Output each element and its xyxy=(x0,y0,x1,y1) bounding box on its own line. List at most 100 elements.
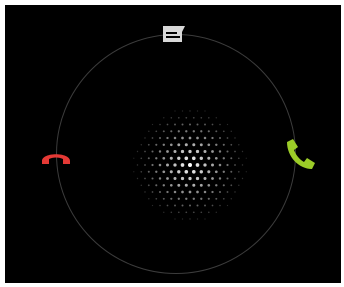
decline-call-target[interactable] xyxy=(37,142,75,170)
handle-dot xyxy=(195,176,200,181)
handle-dot xyxy=(151,150,154,153)
handle-dot xyxy=(180,176,185,181)
handle-dot xyxy=(185,211,188,214)
handle-dot xyxy=(215,211,217,213)
handle-dot xyxy=(200,197,203,200)
handle-dot xyxy=(180,149,185,154)
reply-with-message-target[interactable] xyxy=(159,22,189,46)
handle-dot xyxy=(241,164,244,166)
handle-dot xyxy=(211,204,214,207)
handle-dot xyxy=(192,116,195,119)
handle-dot xyxy=(195,149,200,154)
handle-dot xyxy=(211,177,214,180)
handle-dot xyxy=(151,191,154,193)
handle-dot xyxy=(136,164,139,166)
handle-dot xyxy=(230,157,233,160)
handle-dot xyxy=(140,144,143,146)
handle-dot xyxy=(151,177,154,180)
handle-dot xyxy=(158,150,162,153)
handle-dot xyxy=(166,204,169,207)
handle-dot xyxy=(170,197,173,200)
handle-dot xyxy=(226,150,229,153)
handle-dot xyxy=(158,190,162,194)
handle-dot xyxy=(184,143,188,147)
handle-dot xyxy=(215,184,218,187)
handle-dot xyxy=(226,191,229,193)
handle-dot xyxy=(184,156,189,161)
handle-dot xyxy=(219,123,221,126)
handle-dot xyxy=(158,177,162,180)
handle-dot xyxy=(188,149,192,154)
handle-dot xyxy=(191,156,196,161)
handle-dot xyxy=(200,130,203,133)
handle-dot xyxy=(222,143,225,146)
answer-call-icon xyxy=(287,139,315,169)
handle-dot xyxy=(155,184,158,187)
handle-dot xyxy=(203,149,207,154)
handle-dot xyxy=(234,177,236,180)
handle-dot xyxy=(237,157,240,160)
handle-dot xyxy=(181,218,184,220)
handle-dot xyxy=(241,150,244,153)
handle-dot xyxy=(144,137,146,139)
handle-dot xyxy=(218,163,222,167)
handle-dot xyxy=(230,184,233,187)
handle-dot xyxy=(207,130,210,133)
handle-dot xyxy=(140,184,143,187)
handle-dot xyxy=(170,130,173,133)
answer-call-target[interactable] xyxy=(283,136,317,172)
handle-dot xyxy=(177,143,181,147)
handle-dot xyxy=(177,116,180,119)
handle-dot xyxy=(192,130,195,133)
decline-call-icon xyxy=(42,154,70,164)
handle-dot xyxy=(211,123,214,126)
handle-dot xyxy=(155,157,158,160)
handle-dot xyxy=(174,218,176,220)
handle-dot xyxy=(159,204,161,207)
handle-dot xyxy=(180,163,185,167)
handle-dot xyxy=(184,183,188,187)
handle-dot xyxy=(181,110,184,112)
handle-dot xyxy=(226,123,229,126)
handle-dot xyxy=(177,183,181,187)
handle-dot xyxy=(133,157,135,159)
handle-dot xyxy=(169,170,173,174)
handle-dot xyxy=(140,157,143,160)
handle-dot xyxy=(203,190,207,194)
handle-dot xyxy=(241,177,244,180)
handle-dot xyxy=(166,136,169,140)
handle-dot xyxy=(185,197,188,200)
handle-dot xyxy=(211,163,214,167)
handle-dot xyxy=(207,156,211,160)
handle-dot xyxy=(218,190,222,194)
handle-dot xyxy=(226,177,229,180)
handle-dot xyxy=(177,156,181,160)
handle-dot xyxy=(147,157,150,160)
handle-dot xyxy=(174,123,176,126)
handle-dot xyxy=(162,143,165,146)
handle-dot xyxy=(204,218,206,220)
handle-dot xyxy=(203,163,207,167)
handle-dot xyxy=(169,156,173,160)
handle-dot xyxy=(162,156,166,160)
handle-dot xyxy=(177,130,180,133)
handle-dot xyxy=(230,143,233,146)
handle-dot xyxy=(162,130,165,133)
handle-dot xyxy=(151,123,154,126)
handle-dot xyxy=(191,169,196,174)
handle-dot xyxy=(147,184,150,187)
handle-dot xyxy=(189,218,191,220)
handle-dot xyxy=(207,143,211,147)
handle-dot xyxy=(208,211,210,214)
handle-dot xyxy=(166,123,169,126)
handle-dot xyxy=(185,130,188,133)
handle-dot xyxy=(215,117,217,119)
handle-dot xyxy=(181,204,184,207)
handle-dot xyxy=(140,170,143,173)
dot-grid-handle-icon[interactable] xyxy=(130,105,250,225)
incoming-call-screen xyxy=(5,5,341,283)
handle-dot xyxy=(230,170,233,173)
handle-dot xyxy=(207,183,211,187)
handle-dot xyxy=(188,136,192,140)
message-icon xyxy=(163,26,185,42)
